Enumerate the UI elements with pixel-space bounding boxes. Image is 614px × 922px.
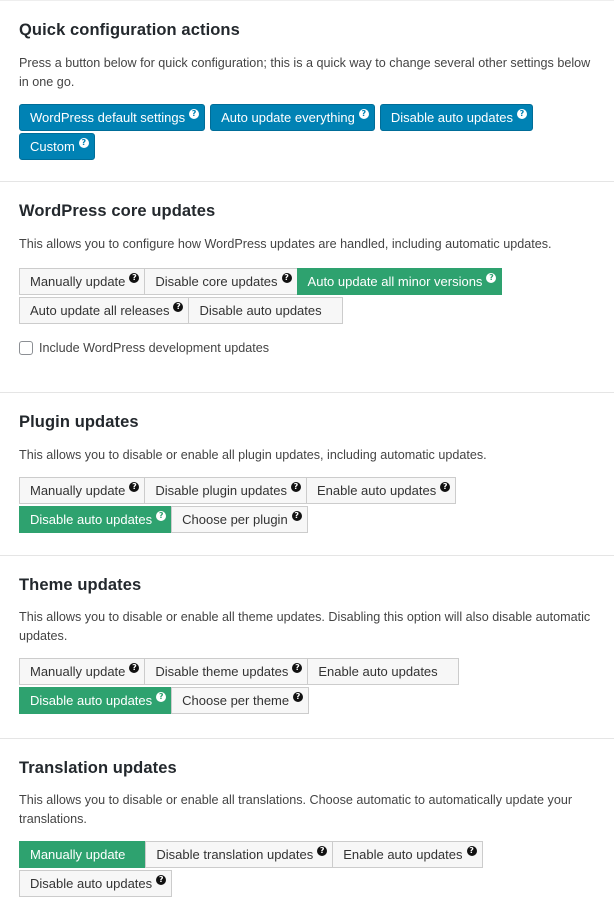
disable-auto-updates-button[interactable]: Disable auto updates ? bbox=[379, 104, 533, 131]
plugin-updates-section: Plugin updates This allows you to disabl… bbox=[0, 392, 614, 555]
section-description: This allows you to disable or enable all… bbox=[19, 793, 573, 826]
help-icon[interactable]: ? bbox=[156, 510, 167, 521]
help-icon[interactable]: ? bbox=[281, 272, 292, 283]
core-update-options: Manually update ? Disable core updates ?… bbox=[19, 268, 596, 324]
section-description: This allows you to configure how WordPre… bbox=[19, 237, 552, 251]
translation-updates-section: Translation updates This allows you to d… bbox=[0, 738, 614, 921]
quick-config-section: Quick configuration actions Press a butt… bbox=[0, 0, 614, 181]
help-icon[interactable]: ? bbox=[517, 108, 527, 119]
core-option-auto-update-all-releases[interactable]: Auto update all releases ? bbox=[19, 297, 189, 324]
section-title: Translation updates bbox=[19, 759, 177, 777]
help-icon[interactable]: ? bbox=[78, 137, 89, 148]
plugin-option-disable-auto-updates[interactable]: Disable auto updates ? bbox=[19, 506, 172, 533]
help-icon[interactable]: ? bbox=[189, 108, 200, 119]
help-icon[interactable]: ? bbox=[466, 845, 477, 856]
translation-update-options: Manually update Disable translation upda… bbox=[19, 841, 596, 897]
plugin-option-manually-update[interactable]: Manually update ? bbox=[19, 477, 145, 504]
help-icon[interactable]: ? bbox=[293, 691, 304, 702]
option-label: Auto update all releases bbox=[30, 303, 170, 318]
help-icon[interactable]: ? bbox=[290, 481, 301, 492]
help-icon[interactable]: ? bbox=[358, 108, 369, 119]
option-label: Enable auto updates bbox=[316, 483, 437, 498]
plugin-update-options: Manually update ? Disable plugin updates… bbox=[19, 477, 596, 533]
auto-update-everything-button[interactable]: Auto update everything ? bbox=[210, 104, 375, 131]
help-icon[interactable]: ? bbox=[173, 301, 184, 312]
option-label: Disable plugin updates bbox=[155, 483, 287, 498]
help-icon[interactable]: ? bbox=[292, 662, 303, 673]
option-label: Manually update bbox=[30, 847, 126, 862]
settings-page: Quick configuration actions Press a butt… bbox=[0, 0, 614, 921]
option-label: Enable auto updates bbox=[318, 664, 438, 679]
help-icon[interactable]: ? bbox=[440, 481, 451, 492]
quick-config-buttons: WordPress default settings ? Auto update… bbox=[19, 104, 579, 160]
option-label: Choose per plugin bbox=[182, 512, 288, 527]
option-label: Manually update bbox=[30, 664, 126, 679]
section-description: Press a button below for quick configura… bbox=[19, 56, 591, 89]
help-icon[interactable]: ? bbox=[156, 874, 167, 885]
option-label: Choose per theme bbox=[182, 693, 290, 708]
button-label: Custom bbox=[30, 139, 75, 154]
help-icon[interactable]: ? bbox=[156, 691, 167, 702]
core-option-disable-auto-updates[interactable]: Disable auto updates bbox=[188, 297, 343, 324]
option-label: Disable theme updates bbox=[155, 664, 289, 679]
plugin-option-enable-auto-updates[interactable]: Enable auto updates ? bbox=[305, 477, 457, 504]
option-label: Auto update all minor versions bbox=[307, 274, 483, 289]
theme-option-enable-auto-updates[interactable]: Enable auto updates bbox=[307, 658, 459, 685]
help-icon[interactable]: ? bbox=[129, 481, 140, 492]
core-option-auto-update-minor[interactable]: Auto update all minor versions ? bbox=[296, 268, 503, 295]
button-label: WordPress default settings bbox=[30, 110, 186, 125]
core-option-manually-update[interactable]: Manually update ? bbox=[19, 268, 145, 295]
section-title: WordPress core updates bbox=[19, 202, 216, 220]
button-label: Auto update everything bbox=[221, 110, 355, 125]
theme-updates-section: Theme updates This allows you to disable… bbox=[0, 555, 614, 738]
theme-update-options: Manually update ? Disable theme updates … bbox=[19, 658, 596, 714]
core-updates-section: WordPress core updates This allows you t… bbox=[0, 181, 614, 392]
theme-option-disable-auto-updates[interactable]: Disable auto updates ? bbox=[19, 687, 172, 714]
custom-button[interactable]: Custom ? bbox=[19, 133, 95, 160]
help-icon[interactable]: ? bbox=[129, 272, 140, 283]
section-title: Quick configuration actions bbox=[19, 21, 240, 39]
option-label: Disable translation updates bbox=[156, 847, 314, 862]
wordpress-default-settings-button[interactable]: WordPress default settings ? bbox=[19, 104, 206, 131]
translation-option-disable-auto-updates[interactable]: Disable auto updates ? bbox=[19, 870, 173, 897]
core-option-disable-core-updates[interactable]: Disable core updates ? bbox=[144, 268, 297, 295]
checkbox-label[interactable]: Include WordPress development updates bbox=[39, 341, 269, 355]
help-icon[interactable]: ? bbox=[317, 845, 328, 856]
theme-option-choose-per-theme[interactable]: Choose per theme ? bbox=[171, 687, 310, 714]
help-icon[interactable]: ? bbox=[129, 662, 140, 673]
dev-updates-checkbox[interactable] bbox=[19, 341, 33, 355]
theme-option-disable-theme-updates[interactable]: Disable theme updates ? bbox=[144, 658, 308, 685]
help-icon[interactable]: ? bbox=[486, 272, 497, 283]
option-label: Manually update bbox=[30, 274, 126, 289]
dev-updates-checkbox-row: Include WordPress development updates bbox=[19, 341, 596, 355]
option-label: Enable auto updates bbox=[343, 847, 463, 862]
option-label: Disable core updates bbox=[155, 274, 278, 289]
plugin-option-choose-per-plugin[interactable]: Choose per plugin ? bbox=[171, 506, 308, 533]
help-icon[interactable]: ? bbox=[291, 510, 302, 521]
section-description: This allows you to disable or enable all… bbox=[19, 610, 591, 643]
plugin-option-disable-plugin-updates[interactable]: Disable plugin updates ? bbox=[144, 477, 306, 504]
section-title: Theme updates bbox=[19, 576, 142, 594]
section-title: Plugin updates bbox=[19, 413, 139, 431]
option-label: Disable auto updates bbox=[199, 303, 322, 318]
theme-option-manually-update[interactable]: Manually update ? bbox=[19, 658, 145, 685]
translation-option-disable-translation-updates[interactable]: Disable translation updates ? bbox=[145, 841, 333, 868]
translation-option-enable-auto-updates[interactable]: Enable auto updates ? bbox=[332, 841, 483, 868]
option-label: Manually update bbox=[30, 483, 126, 498]
section-description: This allows you to disable or enable all… bbox=[19, 448, 487, 462]
option-label: Disable auto updates bbox=[30, 693, 153, 708]
option-label: Disable auto updates bbox=[30, 512, 153, 527]
option-label: Disable auto updates bbox=[30, 876, 153, 891]
translation-option-manually-update[interactable]: Manually update bbox=[19, 841, 146, 868]
button-label: Disable auto updates bbox=[390, 110, 513, 125]
